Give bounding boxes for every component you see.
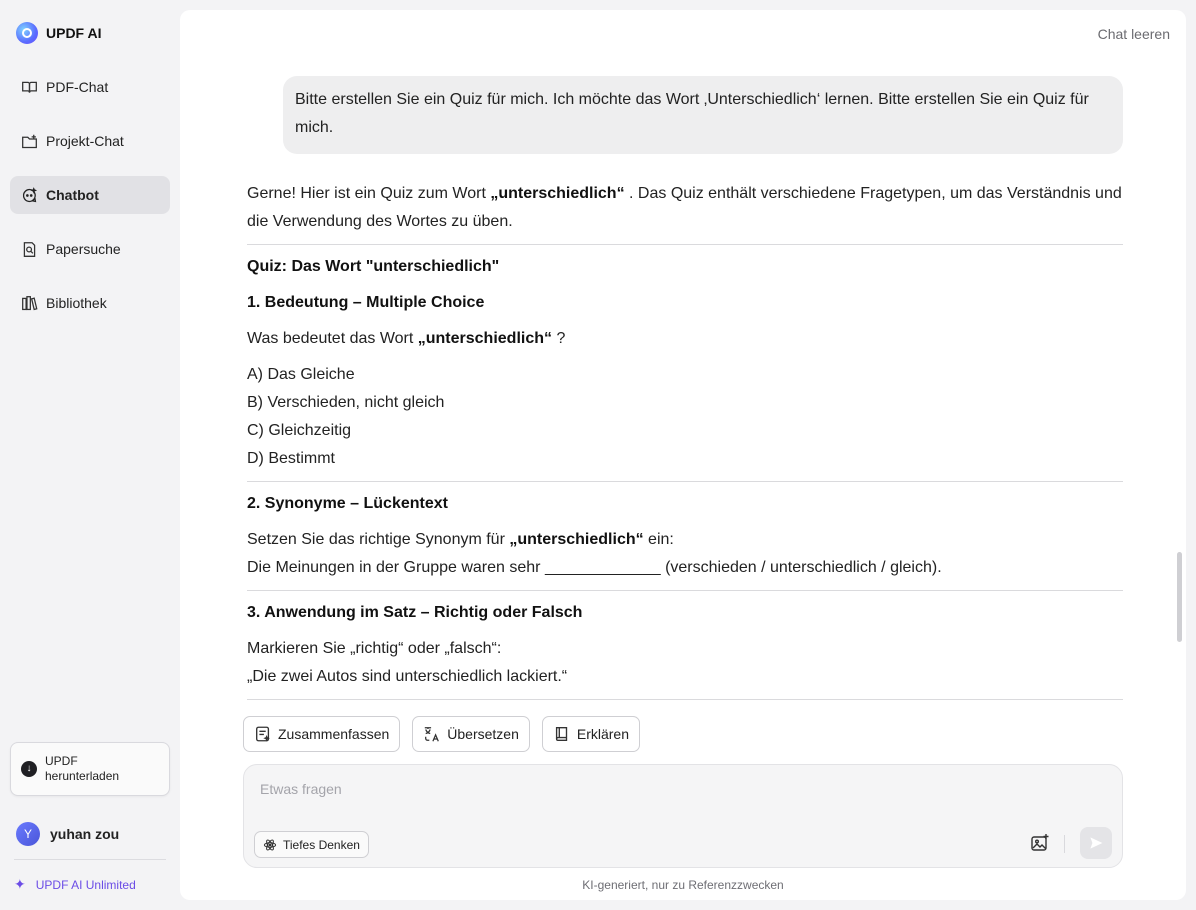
download-label: UPDF herunterladen [45, 754, 120, 783]
sparkle-icon: ✦ [14, 876, 26, 892]
sidebar-nav: PDF-Chat Projekt-Chat Chatbot Papersuche… [10, 68, 170, 338]
summarize-button[interactable]: Zusammenfassen [243, 716, 401, 752]
assistant-answer: Gerne! Hier ist ein Quiz zum Wort „unter… [247, 180, 1123, 700]
document-search-icon [20, 240, 38, 258]
question-3-title: 3. Anwendung im Satz – Richtig oder Fals… [247, 604, 583, 621]
option-d: D) Bestimmt [247, 450, 335, 467]
book-open-icon [20, 78, 38, 96]
sidebar-item-label: Projekt-Chat [46, 133, 124, 149]
question-3-sentence: „Die zwei Autos sind unterschiedlich lac… [247, 668, 568, 685]
option-b: B) Verschieden, nicht gleich [247, 394, 445, 411]
sidebar: UPDF AI PDF-Chat Projekt-Chat Chatbot Pa… [0, 0, 180, 910]
sidebar-item-projekt-chat[interactable]: Projekt-Chat [10, 122, 170, 160]
image-upload-icon[interactable] [1030, 833, 1050, 853]
chat-scrollbar[interactable] [1177, 552, 1182, 642]
sidebar-item-bibliothek[interactable]: Bibliothek [10, 284, 170, 322]
divider [247, 699, 1123, 700]
unlimited-label: UPDF AI Unlimited [35, 877, 136, 892]
sidebar-item-label: PDF-Chat [46, 79, 109, 95]
sidebar-item-label: Papersuche [46, 241, 121, 257]
atom-icon [263, 839, 277, 850]
folder-plus-icon [20, 132, 38, 150]
sidebar-item-chatbot[interactable]: Chatbot [10, 176, 170, 214]
clear-chat-button[interactable]: Chat leeren [1098, 26, 1170, 42]
divider [247, 590, 1123, 591]
download-icon: ↓ [21, 761, 37, 777]
avatar: Y [16, 822, 40, 846]
divider [247, 244, 1123, 245]
sidebar-item-pdf-chat[interactable]: PDF-Chat [10, 68, 170, 106]
sidebar-item-label: Chatbot [46, 187, 99, 203]
updf-logo-icon [16, 22, 38, 44]
translate-icon [425, 727, 440, 742]
disclaimer-note: KI-generiert, nur zu Referenzzwecken [582, 878, 784, 892]
sidebar-divider [14, 859, 166, 860]
user-profile[interactable]: Y yuhan zou [16, 822, 119, 846]
answer-intro: Gerne! Hier ist ein Quiz zum Wort „unter… [247, 185, 1122, 230]
question-1-options: A) Das Gleiche B) Verschieden, nicht gle… [247, 361, 1123, 473]
book-icon [555, 727, 568, 741]
chat-panel: Chat leeren Bitte erstellen Sie ein Quiz… [180, 10, 1186, 900]
question-2-text: Setzen Sie das richtige Synonym für „unt… [247, 531, 674, 548]
question-1-title: 1. Bedeutung – Multiple Choice [247, 294, 485, 311]
question-2-sentence: Die Meinungen in der Gruppe waren sehr _… [247, 559, 942, 576]
translate-button[interactable]: Übersetzen [412, 716, 530, 752]
upgrade-unlimited-link[interactable]: ✦ UPDF AI Unlimited [14, 876, 136, 893]
brand-name: UPDF AI [46, 25, 102, 41]
composer-divider [1064, 835, 1065, 853]
user-name: yuhan zou [50, 826, 120, 842]
quick-actions: Zusammenfassen Übersetzen Erklären [243, 716, 641, 752]
sidebar-item-papersuche[interactable]: Papersuche [10, 230, 170, 268]
message-input[interactable] [260, 781, 1060, 797]
sidebar-item-label: Bibliothek [46, 295, 107, 311]
send-icon [1090, 837, 1103, 849]
question-3-instruction: Markieren Sie „richtig“ oder „falsch“: [247, 640, 502, 657]
question-2-title: 2. Synonyme – Lückentext [247, 495, 448, 512]
download-updf-button[interactable]: ↓ UPDF herunterladen [10, 742, 170, 796]
quiz-title: Quiz: Das Wort "unterschiedlich" [247, 258, 500, 275]
send-button[interactable] [1080, 827, 1112, 859]
deep-think-toggle[interactable]: Tiefes Denken [254, 831, 369, 858]
divider [247, 481, 1123, 482]
option-c: C) Gleichzeitig [247, 422, 352, 439]
message-composer: Tiefes Denken [243, 764, 1123, 868]
chatbot-icon [20, 186, 38, 204]
brand[interactable]: UPDF AI [16, 22, 101, 44]
question-1-text: Was bedeutet das Wort „unterschiedlich“ … [247, 330, 566, 347]
library-icon [20, 294, 38, 312]
summarize-icon [256, 726, 270, 742]
explain-button[interactable]: Erklären [541, 716, 641, 752]
option-a: A) Das Gleiche [247, 366, 355, 383]
user-message-bubble: Bitte erstellen Sie ein Quiz für mich. I… [283, 76, 1123, 154]
